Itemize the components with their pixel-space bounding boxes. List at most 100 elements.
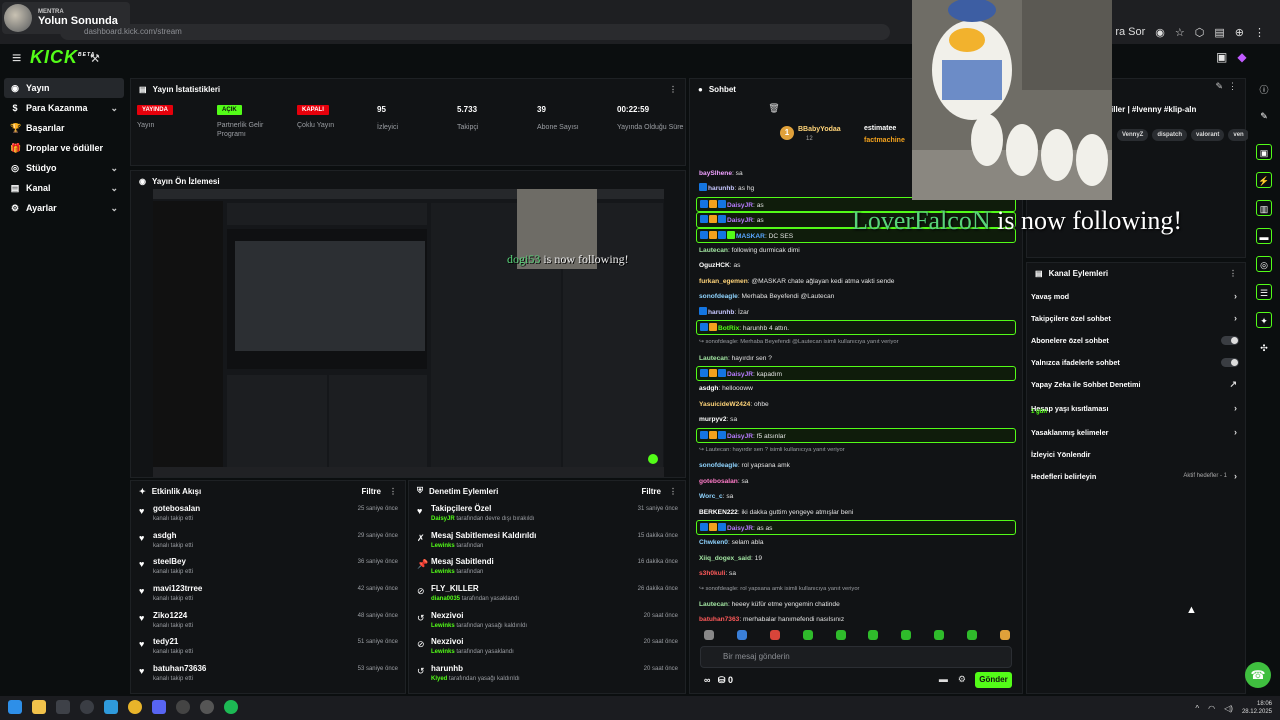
more-icon[interactable]: ⋮ xyxy=(1229,269,1237,278)
chat-username[interactable]: DaisyJR xyxy=(727,433,753,440)
moderator-name[interactable]: Lewinks xyxy=(431,649,455,655)
moderator-name[interactable]: Lewinks xyxy=(431,569,455,575)
edit-icon[interactable]: ✎ ⋮ xyxy=(1215,81,1237,92)
hamburger-icon[interactable]: ≡ xyxy=(12,50,21,68)
moderation-row[interactable]: ⊘ Nexzivoi Lewinks tarafından yasaklandı 20… xyxy=(409,634,685,661)
chat-username[interactable]: YasuicideW2424 xyxy=(699,401,750,408)
chat-username[interactable]: gotebosalan xyxy=(699,478,738,485)
edge-icon[interactable] xyxy=(104,700,118,714)
sliders-icon[interactable]: ☰ xyxy=(1256,284,1272,300)
star-icon[interactable]: ☆ xyxy=(1175,26,1185,39)
emote-10[interactable] xyxy=(999,630,1010,640)
chat-username[interactable]: harunhb xyxy=(708,185,734,192)
chat-username[interactable]: asdgh xyxy=(699,385,718,392)
emote-7[interactable] xyxy=(901,630,912,640)
event-row[interactable]: ♥ Ziko1224 kanalı takip etti 48 saniye önce xyxy=(131,608,405,635)
moderation-row[interactable]: ♥ Takipçilere Özel DaisyJR tarafından devr… xyxy=(409,501,685,528)
chat-username[interactable]: Chwken0 xyxy=(699,539,728,546)
extensions-icon[interactable]: ✣ xyxy=(1256,340,1272,356)
tag[interactable]: ven xyxy=(1228,129,1249,141)
volume-icon[interactable]: ◁) xyxy=(1224,704,1233,713)
channel-action-5[interactable]: Yapay Zeka ile Sohbet Denetimi ↗ xyxy=(1027,373,1245,395)
moderator-name[interactable]: diana0035 xyxy=(431,596,460,602)
chevron-up-icon[interactable]: ^ xyxy=(1195,704,1199,713)
clock[interactable]: 18:06 28.12.2025 xyxy=(1242,700,1272,716)
tag[interactable]: VennyZ xyxy=(1117,129,1149,141)
chat-username[interactable]: furkan_egemen xyxy=(699,278,748,285)
sidebar-item-4[interactable]: 🎁 Droplar ve ödüller xyxy=(4,138,124,158)
moderator-name[interactable]: Klyed xyxy=(431,676,447,682)
event-row[interactable]: ♥ batuhan73636 kanalı takip etti 53 saniye … xyxy=(131,661,405,688)
broadcast-icon[interactable]: ◎ xyxy=(1256,256,1272,272)
chat-input[interactable]: Bir mesaj gönderin xyxy=(700,646,1012,668)
more-icon[interactable]: ⋮ xyxy=(669,487,677,496)
chat-username[interactable]: Lautecan xyxy=(699,355,728,362)
channel-action-9[interactable]: Hedefleri belirleyin › Aktif hedefler - 1 xyxy=(1027,465,1245,487)
chat-username[interactable]: MASKAR xyxy=(736,233,765,240)
more-icon[interactable]: ⋮ xyxy=(669,85,677,94)
pinned-user-3[interactable]: factmachine xyxy=(864,137,905,144)
chat-settings-icon[interactable]: ▬ xyxy=(939,674,948,685)
chat-username[interactable]: Worc_c xyxy=(699,493,723,500)
windows-start-icon[interactable] xyxy=(8,700,22,714)
chat-username[interactable]: Lautecan xyxy=(699,247,728,254)
support-chat-button[interactable]: ☎ xyxy=(1245,662,1271,688)
stream-preview-video[interactable] xyxy=(153,189,664,477)
emote-1[interactable] xyxy=(704,630,714,640)
settings-icon[interactable] xyxy=(200,700,214,714)
chat-username[interactable]: DaisyJR xyxy=(727,525,753,532)
event-row[interactable]: ♥ tedy21 kanalı takip etti 51 saniye önce xyxy=(131,634,405,661)
moderator-name[interactable]: Lewinks xyxy=(431,543,455,549)
user-menu-icon[interactable]: ◆ xyxy=(1237,50,1246,64)
pencil-icon[interactable]: ✎ xyxy=(1256,108,1272,124)
chat-username[interactable]: Lautecan xyxy=(699,601,728,608)
sidebar-item-6[interactable]: ▤ Kanal ⌄ xyxy=(4,178,124,198)
channel-action-1[interactable]: Yavaş mod › xyxy=(1027,285,1245,307)
send-button[interactable]: Gönder xyxy=(975,672,1012,688)
moderation-row[interactable]: ✗ Mesaj Sabitlemesi Kaldırıldı Lewinks tar… xyxy=(409,528,685,555)
channel-action-4[interactable]: Yalnızca ifadelerle sohbet xyxy=(1027,351,1245,373)
moderator-name[interactable]: DaisyJR xyxy=(431,516,455,522)
chat-username[interactable]: murpyv2 xyxy=(699,416,727,423)
crop-icon[interactable]: ▣ xyxy=(1256,144,1272,160)
sidebar-item-1[interactable]: ◉ Yayın xyxy=(4,78,124,98)
emote-8[interactable] xyxy=(934,630,945,640)
filter-button[interactable]: Filtre xyxy=(641,487,661,496)
chat-username[interactable]: Xiiq_dogex_said xyxy=(699,555,751,562)
sidebar-item-5[interactable]: ◎ Stüdyo ⌄ xyxy=(4,158,124,178)
extension-icon[interactable]: ◉ xyxy=(1155,26,1165,39)
sidebar-item-2[interactable]: $ Para Kazanma ⌄ xyxy=(4,98,124,118)
emote-3[interactable] xyxy=(769,630,780,640)
discord-icon[interactable] xyxy=(152,700,166,714)
card-icon[interactable]: ▥ xyxy=(1256,200,1272,216)
chat-username[interactable]: baySlhene xyxy=(699,170,732,177)
more-icon[interactable]: ⋮ xyxy=(389,487,397,496)
steam-icon[interactable] xyxy=(80,700,94,714)
gear-icon[interactable]: ⚙ xyxy=(958,674,966,685)
toggle-switch[interactable] xyxy=(1221,335,1239,345)
channel-action-6[interactable]: Hesap yaşı kısıtlaması › 1 gün xyxy=(1027,395,1245,421)
moderation-row[interactable]: 📌 Mesaj Sabitlendi Lewinks tarafından 16 da… xyxy=(409,554,685,581)
chat-username[interactable]: batuhan7363 xyxy=(699,616,739,623)
chat-username[interactable]: OguzHCK xyxy=(699,262,730,269)
chat-username[interactable]: DaisyJR xyxy=(727,371,753,378)
event-row[interactable]: ♥ steelBey kanalı takip etti 36 saniye önce xyxy=(131,554,405,581)
event-row[interactable]: ♥ gotebosalan kanalı takip etti 25 saniye ö… xyxy=(131,501,405,528)
moderator-name[interactable]: Lewinks xyxy=(431,623,455,629)
menu-icon[interactable]: ⋮ xyxy=(1254,26,1265,39)
emote-2[interactable] xyxy=(736,630,747,640)
channel-action-3[interactable]: Abonelere özel sohbet xyxy=(1027,329,1245,351)
moderation-row[interactable]: ⊘ FLY_KILLER diana0035 tarafından yasaklan… xyxy=(409,581,685,608)
hammer-icon[interactable]: ⚒ xyxy=(90,52,100,65)
sidebar-item-7[interactable]: ⚙ Ayarlar ⌄ xyxy=(4,198,124,218)
event-row[interactable]: ♥ mavi123trree kanalı takip etti 42 saniye … xyxy=(131,581,405,608)
emote-4[interactable] xyxy=(802,630,813,640)
emote-5[interactable] xyxy=(835,630,846,640)
wrench-icon[interactable]: ✦ xyxy=(1256,312,1272,328)
extensions-icon[interactable]: ⬡ xyxy=(1195,26,1205,39)
flash-icon[interactable]: ⚡ xyxy=(1256,172,1272,188)
chat-username[interactable]: sonofdeagle xyxy=(699,462,738,469)
chat-username[interactable]: BERKEN222 xyxy=(699,509,738,516)
terminal-icon[interactable] xyxy=(56,700,70,714)
profile-icon[interactable]: ⊕ xyxy=(1235,26,1244,39)
